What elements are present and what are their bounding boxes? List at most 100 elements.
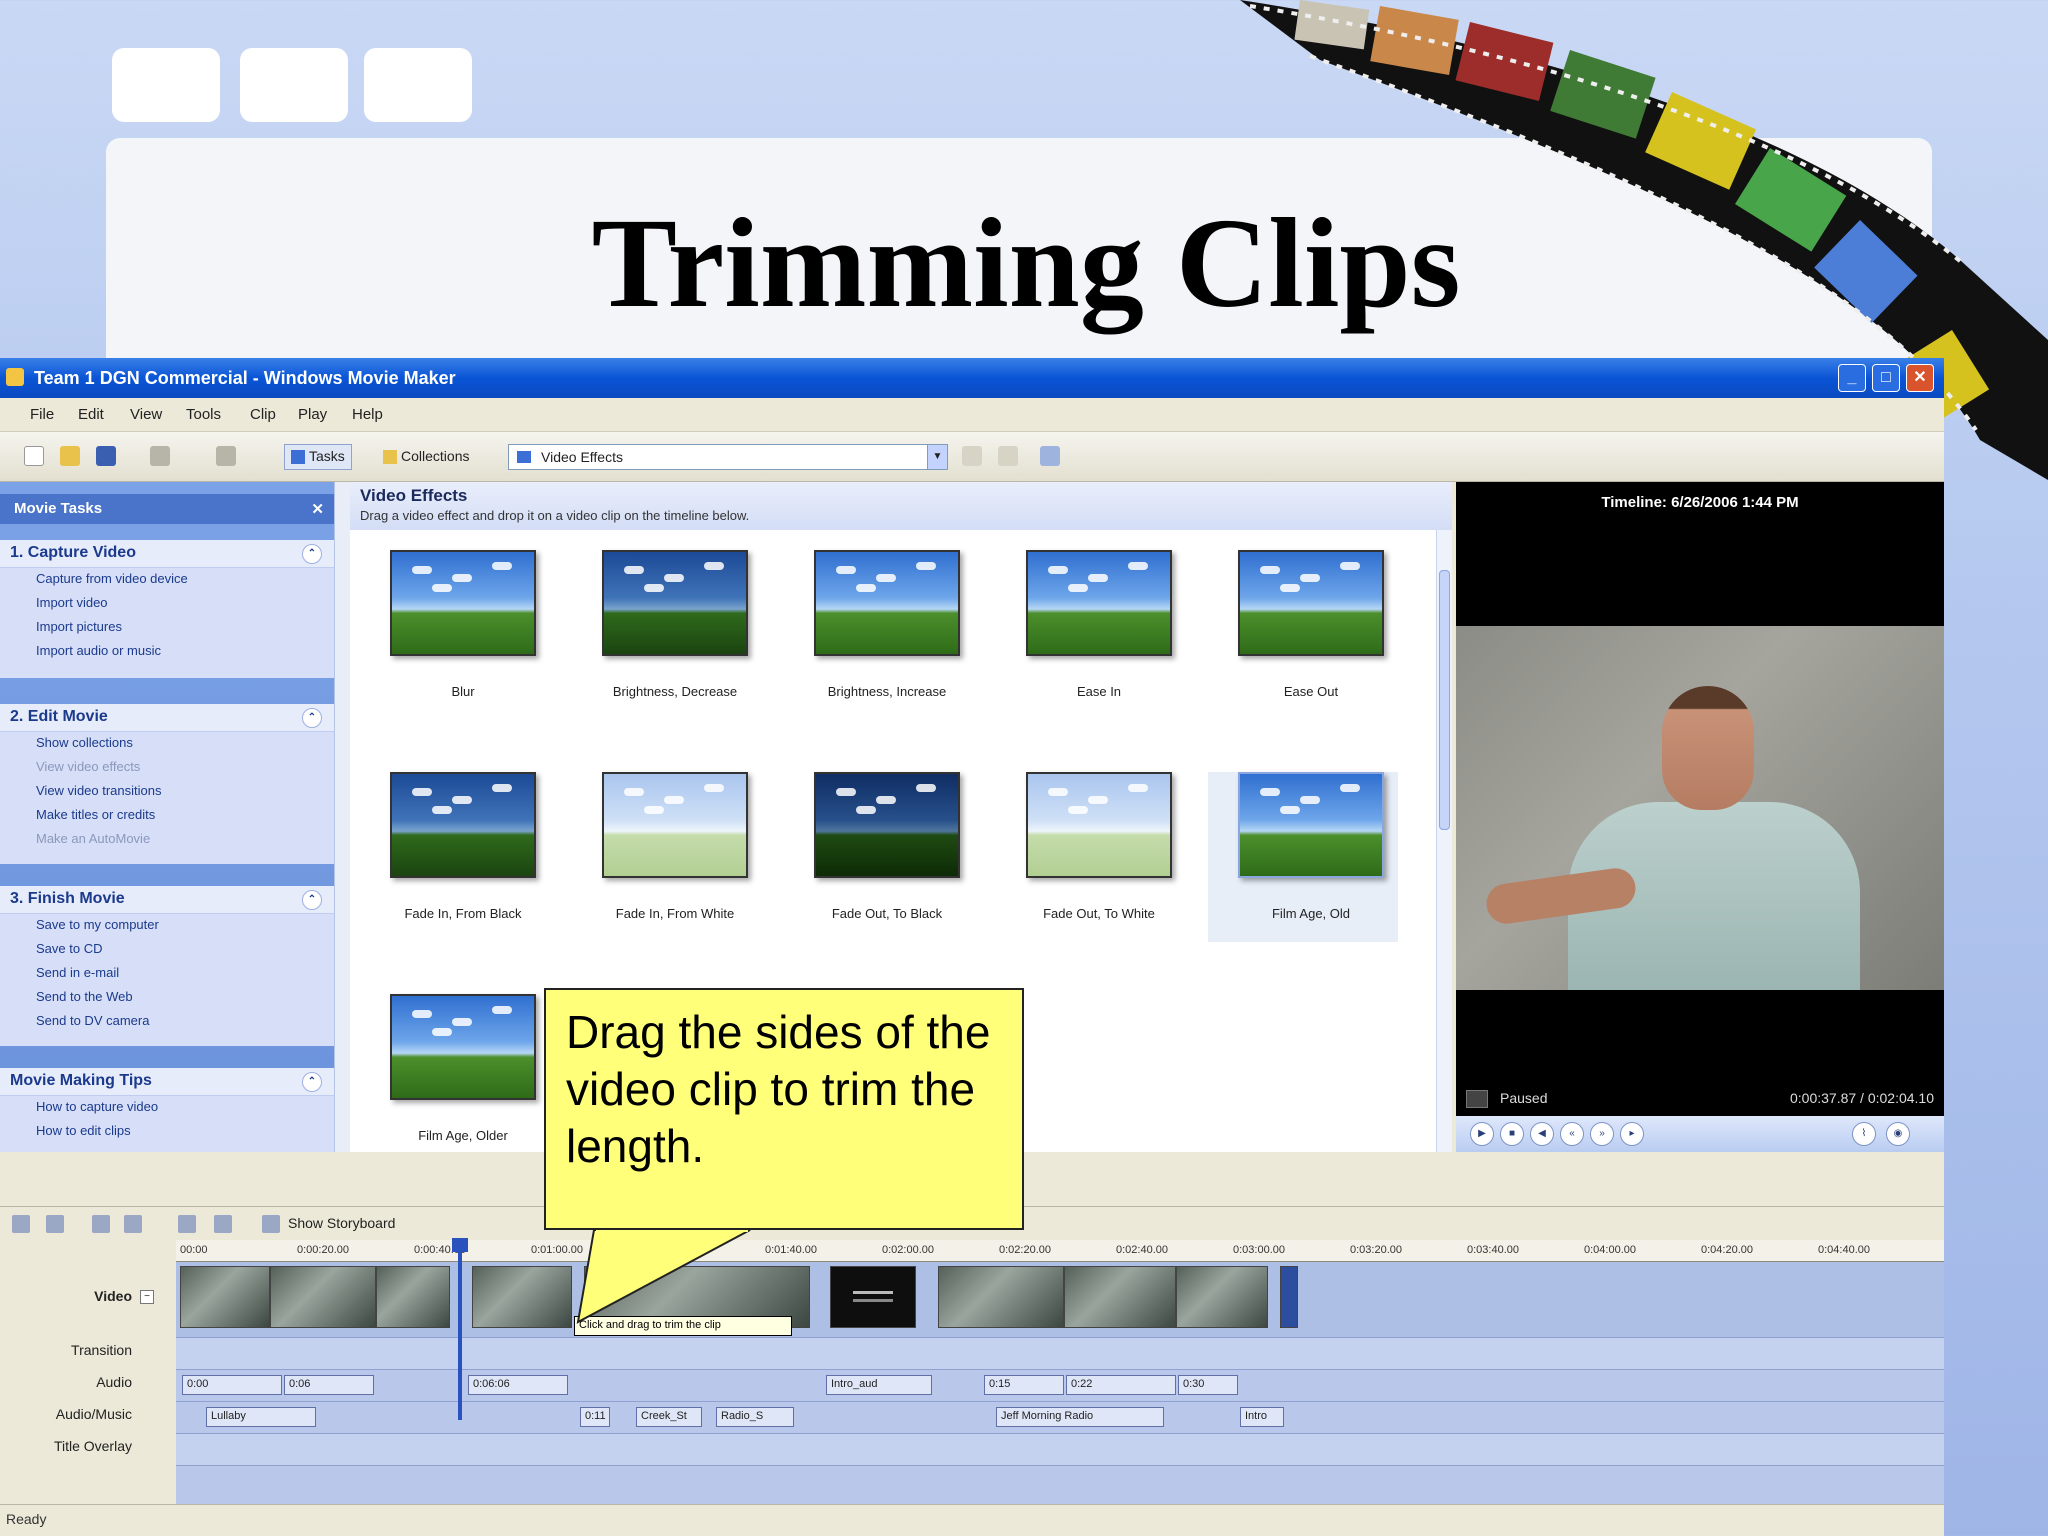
menu-edit[interactable]: Edit [78,406,104,423]
up-level-icon[interactable] [962,446,982,466]
menu-play[interactable]: Play [298,406,327,423]
forward-icon[interactable]: » [1590,1122,1614,1146]
previous-frame-icon[interactable]: ◀ [1530,1122,1554,1146]
storyboard-icon[interactable] [262,1215,280,1233]
tip-capture[interactable]: How to capture video [0,1096,334,1120]
music-clip[interactable]: Jeff Morning Radio [996,1407,1164,1427]
menu-clip[interactable]: Clip [250,406,276,423]
video-clip[interactable] [270,1266,376,1328]
audio-clip[interactable]: 0:06:06 [468,1375,568,1395]
task-save-cd[interactable]: Save to CD [0,938,334,962]
tip-edit[interactable]: How to edit clips [0,1120,334,1144]
narrate-icon[interactable] [46,1215,64,1233]
effect-item[interactable]: Film Age, Older [360,994,550,1164]
music-clip[interactable]: Creek_St [636,1407,702,1427]
undo-icon[interactable] [150,446,170,466]
gallery-scrollbar[interactable] [1436,530,1452,1152]
task-send-email[interactable]: Send in e-mail [0,962,334,986]
timeline-ruler[interactable]: 00:00 0:00:20.00 0:00:40.00 0:01:00.00 0:01:… [176,1240,1944,1262]
task-send-web[interactable]: Send to the Web [0,986,334,1010]
close-button[interactable]: ✕ [1906,364,1934,392]
video-clip[interactable] [1176,1266,1268,1328]
rewind-timeline-icon[interactable] [178,1215,196,1233]
music-clip[interactable]: 0:11 [580,1407,610,1427]
task-pane-scrollbar[interactable] [334,482,350,1152]
set-audio-levels-icon[interactable] [12,1215,30,1233]
views-icon[interactable] [1040,446,1060,466]
chevron-up-icon[interactable]: ⌃ [302,544,322,564]
redo-icon[interactable] [216,446,236,466]
finish-movie-heading[interactable]: 3. Finish Movie ⌃ [0,886,334,914]
playhead-indicator[interactable] [458,1240,462,1420]
show-storyboard-button[interactable]: Show Storyboard [288,1215,395,1231]
video-clip[interactable] [938,1266,1064,1328]
video-clip-selected[interactable] [472,1266,572,1328]
audio-clip[interactable]: 0:15 [984,1375,1064,1395]
audio-clip[interactable]: 0:22 [1066,1375,1176,1395]
chevron-up-icon[interactable]: ⌃ [302,1072,322,1092]
collections-dropdown[interactable]: Video Effects ▼ [508,444,948,470]
task-capture-device[interactable]: Capture from video device [0,568,334,592]
new-project-icon[interactable] [24,446,44,466]
save-project-icon[interactable] [96,446,116,466]
snapshot-icon[interactable]: ◉ [1886,1122,1910,1146]
zoom-in-icon[interactable] [92,1215,110,1233]
audio-clip[interactable]: Intro_aud [826,1375,932,1395]
zoom-out-icon[interactable] [124,1215,142,1233]
effect-item[interactable]: Fade Out, To White [996,772,1186,942]
stop-icon[interactable]: ■ [1500,1122,1524,1146]
task-show-collections[interactable]: Show collections [0,732,334,756]
task-view-transitions[interactable]: View video transitions [0,780,334,804]
video-clip[interactable] [1064,1266,1176,1328]
edit-movie-heading[interactable]: 2. Edit Movie ⌃ [0,704,334,732]
movie-tasks-header[interactable]: Movie Tasks ✕ [0,494,334,524]
video-clip[interactable] [830,1266,916,1328]
music-clip[interactable]: Intro [1240,1407,1284,1427]
close-pane-icon[interactable]: ✕ [311,500,324,518]
gallery-scroll-thumb[interactable] [1439,570,1450,830]
menu-view[interactable]: View [130,406,162,423]
audio-clip[interactable]: 0:30 [1178,1375,1238,1395]
audio-clip[interactable]: 0:00 [182,1375,282,1395]
task-import-video[interactable]: Import video [0,592,334,616]
effect-item[interactable]: Ease Out [1208,550,1398,720]
split-clip-icon[interactable]: ⌇ [1852,1122,1876,1146]
chevron-up-icon[interactable]: ⌃ [302,708,322,728]
music-clip[interactable]: Radio_S [716,1407,794,1427]
tasks-button[interactable]: Tasks [284,444,352,470]
effect-item[interactable]: Blur [360,550,550,720]
minimize-button[interactable]: _ [1838,364,1866,392]
menu-file[interactable]: File [30,406,54,423]
menu-tools[interactable]: Tools [186,406,221,423]
music-clip[interactable]: Lullaby [206,1407,316,1427]
task-save-computer[interactable]: Save to my computer [0,914,334,938]
tips-heading[interactable]: Movie Making Tips ⌃ [0,1068,334,1096]
video-clip[interactable] [180,1266,270,1328]
audio-clip[interactable]: 0:06 [284,1375,374,1395]
effect-item[interactable]: Ease In [996,550,1186,720]
menu-help[interactable]: Help [352,406,383,423]
effect-item[interactable]: Fade In, From White [572,772,762,942]
collections-button[interactable]: Collections [376,444,476,470]
rewind-icon[interactable]: « [1560,1122,1584,1146]
video-clip[interactable] [1280,1266,1298,1328]
task-make-titles[interactable]: Make titles or credits [0,804,334,828]
open-project-icon[interactable] [60,446,80,466]
effect-item[interactable]: Film Age, Old [1208,772,1398,942]
play-icon[interactable]: ▶ [1470,1122,1494,1146]
split-screen-icon[interactable] [1466,1090,1488,1108]
video-expand-icon[interactable]: − [140,1290,154,1304]
effect-item[interactable]: Brightness, Increase [784,550,974,720]
task-send-dv[interactable]: Send to DV camera [0,1010,334,1034]
task-import-pictures[interactable]: Import pictures [0,616,334,640]
capture-video-heading[interactable]: 1. Capture Video ⌃ [0,540,334,568]
new-collection-icon[interactable] [998,446,1018,466]
maximize-button[interactable]: □ [1872,364,1900,392]
chevron-down-icon[interactable]: ▼ [927,445,947,469]
effect-item[interactable]: Brightness, Decrease [572,550,762,720]
video-clip[interactable] [376,1266,450,1328]
effect-item[interactable]: Fade Out, To Black [784,772,974,942]
effect-item[interactable]: Fade In, From Black [360,772,550,942]
task-import-audio[interactable]: Import audio or music [0,640,334,664]
next-frame-icon[interactable]: ▸ [1620,1122,1644,1146]
